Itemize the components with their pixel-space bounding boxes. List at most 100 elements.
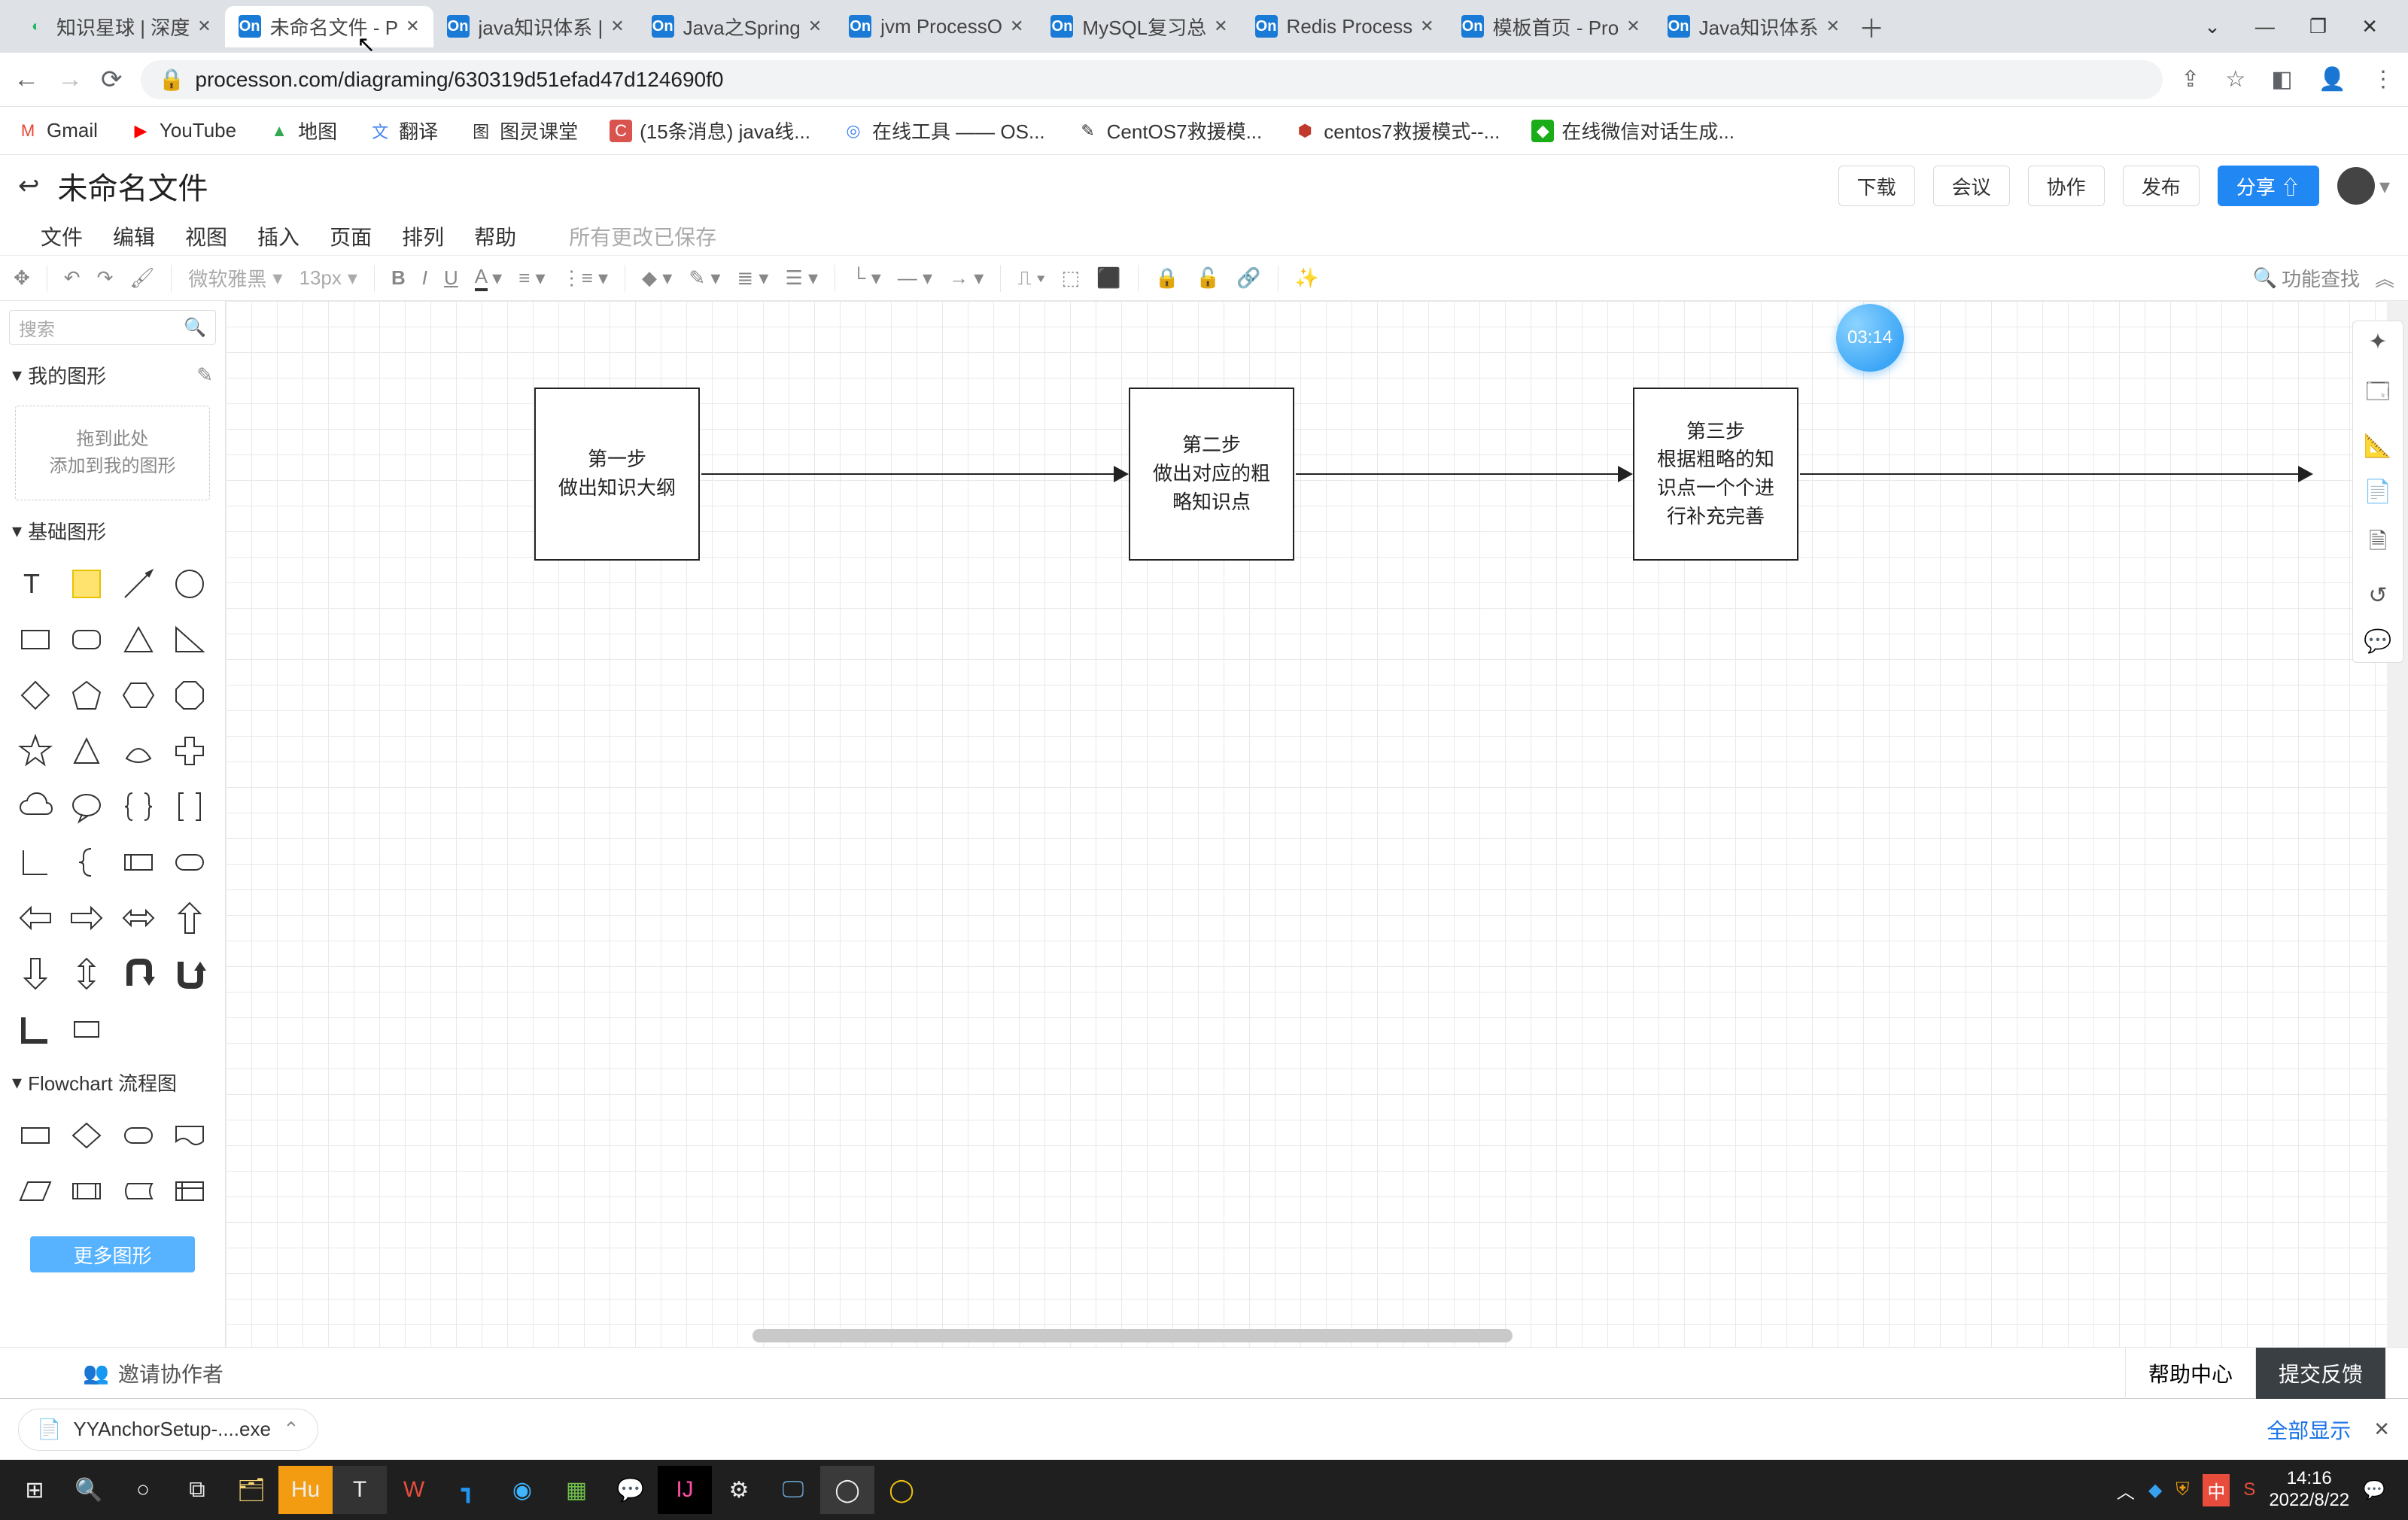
timer-badge[interactable]: 03:14 (1836, 304, 1904, 372)
tab-2[interactable]: Onjava知识体系 |✕ (433, 6, 638, 47)
collapse-toolbar-icon[interactable]: ︽ (2375, 264, 2394, 292)
line-width-icon[interactable]: ☰ ▾ (785, 266, 818, 290)
menu-page[interactable]: 页面 (330, 221, 372, 251)
download-menu-icon[interactable]: ⌃ (283, 1418, 299, 1441)
arrow-1-2[interactable] (701, 473, 1127, 475)
line-color-icon[interactable]: ✎ ▾ (689, 266, 720, 290)
tab-5[interactable]: OnMySQL复习总✕ (1037, 6, 1241, 47)
section-my-shapes[interactable]: ▾我的图形 ✎ (0, 354, 225, 397)
shape-arrow-up[interactable] (169, 895, 210, 941)
find-feature[interactable]: 🔍 功能查找 (2253, 264, 2360, 292)
to-back-icon[interactable]: ⬛ (1096, 266, 1120, 290)
menu-insert[interactable]: 插入 (257, 221, 299, 251)
menu-help[interactable]: 帮助 (474, 221, 516, 251)
shape-circle[interactable] (169, 561, 210, 606)
fc-internal[interactable] (169, 1169, 210, 1214)
shape-line[interactable] (118, 561, 159, 606)
show-all-downloads[interactable]: 全部显示 (2267, 1415, 2351, 1445)
tab-8[interactable]: OnJava知识体系✕ (1654, 6, 1853, 47)
shape-sector[interactable] (118, 728, 159, 774)
wps-icon[interactable]: W (387, 1466, 441, 1514)
wechat-icon[interactable]: 💬 (604, 1466, 658, 1514)
section-basic-shapes[interactable]: ▾基础图形 (0, 509, 225, 552)
bookmark-gmail[interactable]: MGmail (17, 119, 98, 142)
shape-cross[interactable] (169, 728, 210, 774)
bookmark-centos7b[interactable]: ⬢centos7救援模式--... (1294, 117, 1500, 144)
profile-icon[interactable]: 👤 (2318, 66, 2346, 93)
shape-pentagon[interactable] (66, 673, 107, 718)
shape-diamond[interactable] (15, 673, 56, 718)
shape-trapezoid[interactable] (66, 728, 107, 774)
nav-forward-icon[interactable]: → (57, 65, 83, 94)
bookmark-centos7a[interactable]: ✎CentOS7救援模... (1077, 117, 1263, 144)
shape-arrow-right[interactable] (66, 895, 107, 941)
tab-4[interactable]: Onjvm ProcessO✕ (835, 6, 1037, 47)
tab-close-icon[interactable]: ✕ (808, 17, 822, 36)
app-back-icon[interactable]: ↩ (18, 171, 40, 201)
meeting-button[interactable]: 会议 (1933, 166, 2010, 206)
tray-security-icon[interactable]: ◆ (2148, 1479, 2162, 1501)
font-size-select[interactable]: 13px ▾ (299, 266, 357, 290)
shape-arrow-down[interactable] (15, 951, 56, 996)
excel-icon[interactable]: ▦ (549, 1466, 604, 1514)
horizontal-scrollbar-thumb[interactable] (752, 1329, 1513, 1342)
shape-roundrect[interactable] (66, 617, 107, 662)
more-shapes-button[interactable]: 更多图形 (30, 1236, 195, 1272)
new-tab-button[interactable]: ＋ (1853, 8, 1890, 45)
tray-chevron-icon[interactable]: ︿ (2117, 1477, 2135, 1503)
url-input[interactable]: 🔒 processon.com/diagraming/630319d51efad… (141, 60, 2163, 99)
window-close-icon[interactable]: ✕ (2361, 15, 2378, 38)
download-item[interactable]: 📄 YYAnchorSetup-....exe ⌃ (18, 1409, 318, 1451)
shape-note[interactable] (66, 561, 107, 606)
shape-corner[interactable] (15, 840, 56, 885)
window-maximize-icon[interactable]: ❐ (2309, 15, 2327, 38)
shape-arrow-left[interactable] (15, 895, 56, 941)
misc-app-icon[interactable]: ◯ (874, 1466, 929, 1514)
shape-star[interactable] (15, 728, 56, 774)
menu-file[interactable]: 文件 (41, 221, 83, 251)
bookmark-ostools[interactable]: ◎在线工具 —— OS... (842, 117, 1045, 144)
connector-arrow-icon[interactable]: → ▾ (949, 266, 984, 290)
bookmark-youtube[interactable]: ▶YouTube (129, 119, 236, 142)
align-objects-icon[interactable]: ⎍ ▾ (1017, 266, 1044, 290)
settings-icon[interactable]: ⚙ (712, 1466, 766, 1514)
undo-icon[interactable]: ↶ (64, 266, 81, 290)
diagram-canvas[interactable]: 第一步 做出知识大纲 第二步 做出对应的粗 略知识点 第三步 根据粗略的知 识点… (226, 301, 2408, 1347)
shape-container[interactable] (118, 840, 159, 885)
chrome-menu-icon[interactable]: ⋮ (2372, 66, 2394, 93)
line-style-icon[interactable]: ≣ ▾ (737, 266, 768, 290)
align-icon[interactable]: ≡ ▾ (518, 266, 545, 290)
tab-close-icon[interactable]: ✕ (1826, 17, 1840, 36)
explorer-icon[interactable]: 🗂 (224, 1466, 278, 1514)
shape-uturn-up[interactable] (118, 951, 159, 996)
font-color-icon[interactable]: A ▾ (475, 265, 502, 291)
tab-close-icon[interactable]: ✕ (610, 17, 624, 36)
shape-octagon[interactable] (169, 673, 210, 718)
qq-browser-icon[interactable]: ◉ (495, 1466, 549, 1514)
connector-type-icon[interactable]: └ ▾ (852, 266, 881, 290)
nav-reload-icon[interactable]: ⟳ (101, 65, 123, 95)
pointer-tool-icon[interactable]: ✥ (14, 266, 30, 290)
italic-icon[interactable]: I (422, 266, 427, 290)
task-view-icon[interactable]: ⧉ (170, 1466, 224, 1514)
menu-arrange[interactable]: 排列 (402, 221, 444, 251)
document-title[interactable]: 未命名文件 (58, 164, 208, 208)
monitor-icon[interactable]: 🖵 (766, 1466, 820, 1514)
shape-chat[interactable] (66, 784, 107, 829)
arrow-2-3[interactable] (1296, 473, 1631, 475)
tab-close-icon[interactable]: ✕ (1626, 17, 1640, 36)
link-icon[interactable]: 🔗 (1236, 266, 1260, 290)
bookmark-wechat[interactable]: ◆在线微信对话生成... (1531, 117, 1735, 144)
menu-view[interactable]: 视图 (185, 221, 227, 251)
node-step3[interactable]: 第三步 根据粗略的知 识点一个个进 行补充完善 (1633, 388, 1798, 561)
share-button[interactable]: 分享 ⇧ (2218, 166, 2319, 206)
metrics-panel-icon[interactable]: 📐 (2364, 433, 2391, 459)
ime-icon[interactable]: 中 (2203, 1474, 2230, 1506)
tab-close-icon[interactable]: ✕ (1010, 17, 1023, 36)
page-panel-icon[interactable]: 📄 (2364, 479, 2391, 505)
to-front-icon[interactable]: ⬚ (1062, 266, 1081, 290)
chrome-icon[interactable]: ◯ (820, 1466, 874, 1514)
fc-decision[interactable] (66, 1113, 107, 1158)
tab-0[interactable]: ◐知识星球 | 深度✕ (11, 6, 225, 47)
shape-right-triangle[interactable] (169, 617, 210, 662)
